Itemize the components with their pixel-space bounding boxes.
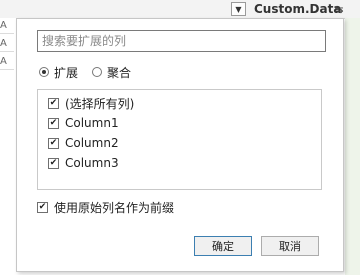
list-item-column2[interactable]: ✔ Column2 <box>48 135 119 151</box>
background-rows: A A A <box>0 18 16 275</box>
column-list[interactable]: ✔ (选择所有列) ✔ Column1 ✔ Column2 ✔ Column3 <box>37 89 322 190</box>
background-cell: A <box>0 56 7 67</box>
checkbox[interactable]: ✔ <box>48 137 59 149</box>
list-item-label: Column3 <box>65 156 119 170</box>
expand-columns-icon[interactable]: ⇆ <box>330 2 348 16</box>
row-divider <box>0 33 14 34</box>
background-cell: A <box>0 20 7 31</box>
checkbox[interactable]: ✔ <box>48 157 59 169</box>
checkbox[interactable]: ✔ <box>37 201 48 213</box>
radio-aggregate[interactable]: 聚合 <box>92 64 131 80</box>
column-header-bar: ▼ Custom.Data ⇆ <box>0 0 360 19</box>
list-item-label: (选择所有列) <box>65 96 135 111</box>
row-divider <box>0 69 14 70</box>
list-item-column3[interactable]: ✔ Column3 <box>48 155 119 171</box>
search-input[interactable] <box>37 30 326 52</box>
list-item-column1[interactable]: ✔ Column1 <box>48 115 119 131</box>
use-prefix-label: 使用原始列名作为前缀 <box>54 200 175 215</box>
use-prefix-option[interactable]: ✔ 使用原始列名作为前缀 <box>37 199 174 215</box>
background-column <box>345 18 360 275</box>
checkbox[interactable]: ✔ <box>48 117 59 129</box>
list-item-select-all[interactable]: ✔ (选择所有列) <box>48 95 134 111</box>
radio-label: 扩展 <box>54 65 79 80</box>
radio-expand[interactable]: 扩展 <box>39 64 78 80</box>
list-item-label: Column2 <box>65 136 119 150</box>
cancel-button[interactable]: 取消 <box>261 236 319 256</box>
background-cell: A <box>0 38 7 49</box>
radio-button[interactable] <box>92 67 102 77</box>
ok-button[interactable]: 确定 <box>194 236 252 256</box>
row-divider <box>0 51 14 52</box>
list-item-label: Column1 <box>65 116 119 130</box>
checkbox[interactable]: ✔ <box>48 97 59 109</box>
chevron-down-icon[interactable]: ▼ <box>231 2 246 16</box>
radio-button[interactable] <box>39 67 49 77</box>
radio-label: 聚合 <box>107 65 132 80</box>
column-title[interactable]: Custom.Data <box>254 1 341 17</box>
expand-column-popup: 扩展 聚合 ✔ (选择所有列) ✔ Column1 ✔ Column2 ✔ Co… <box>16 18 344 272</box>
